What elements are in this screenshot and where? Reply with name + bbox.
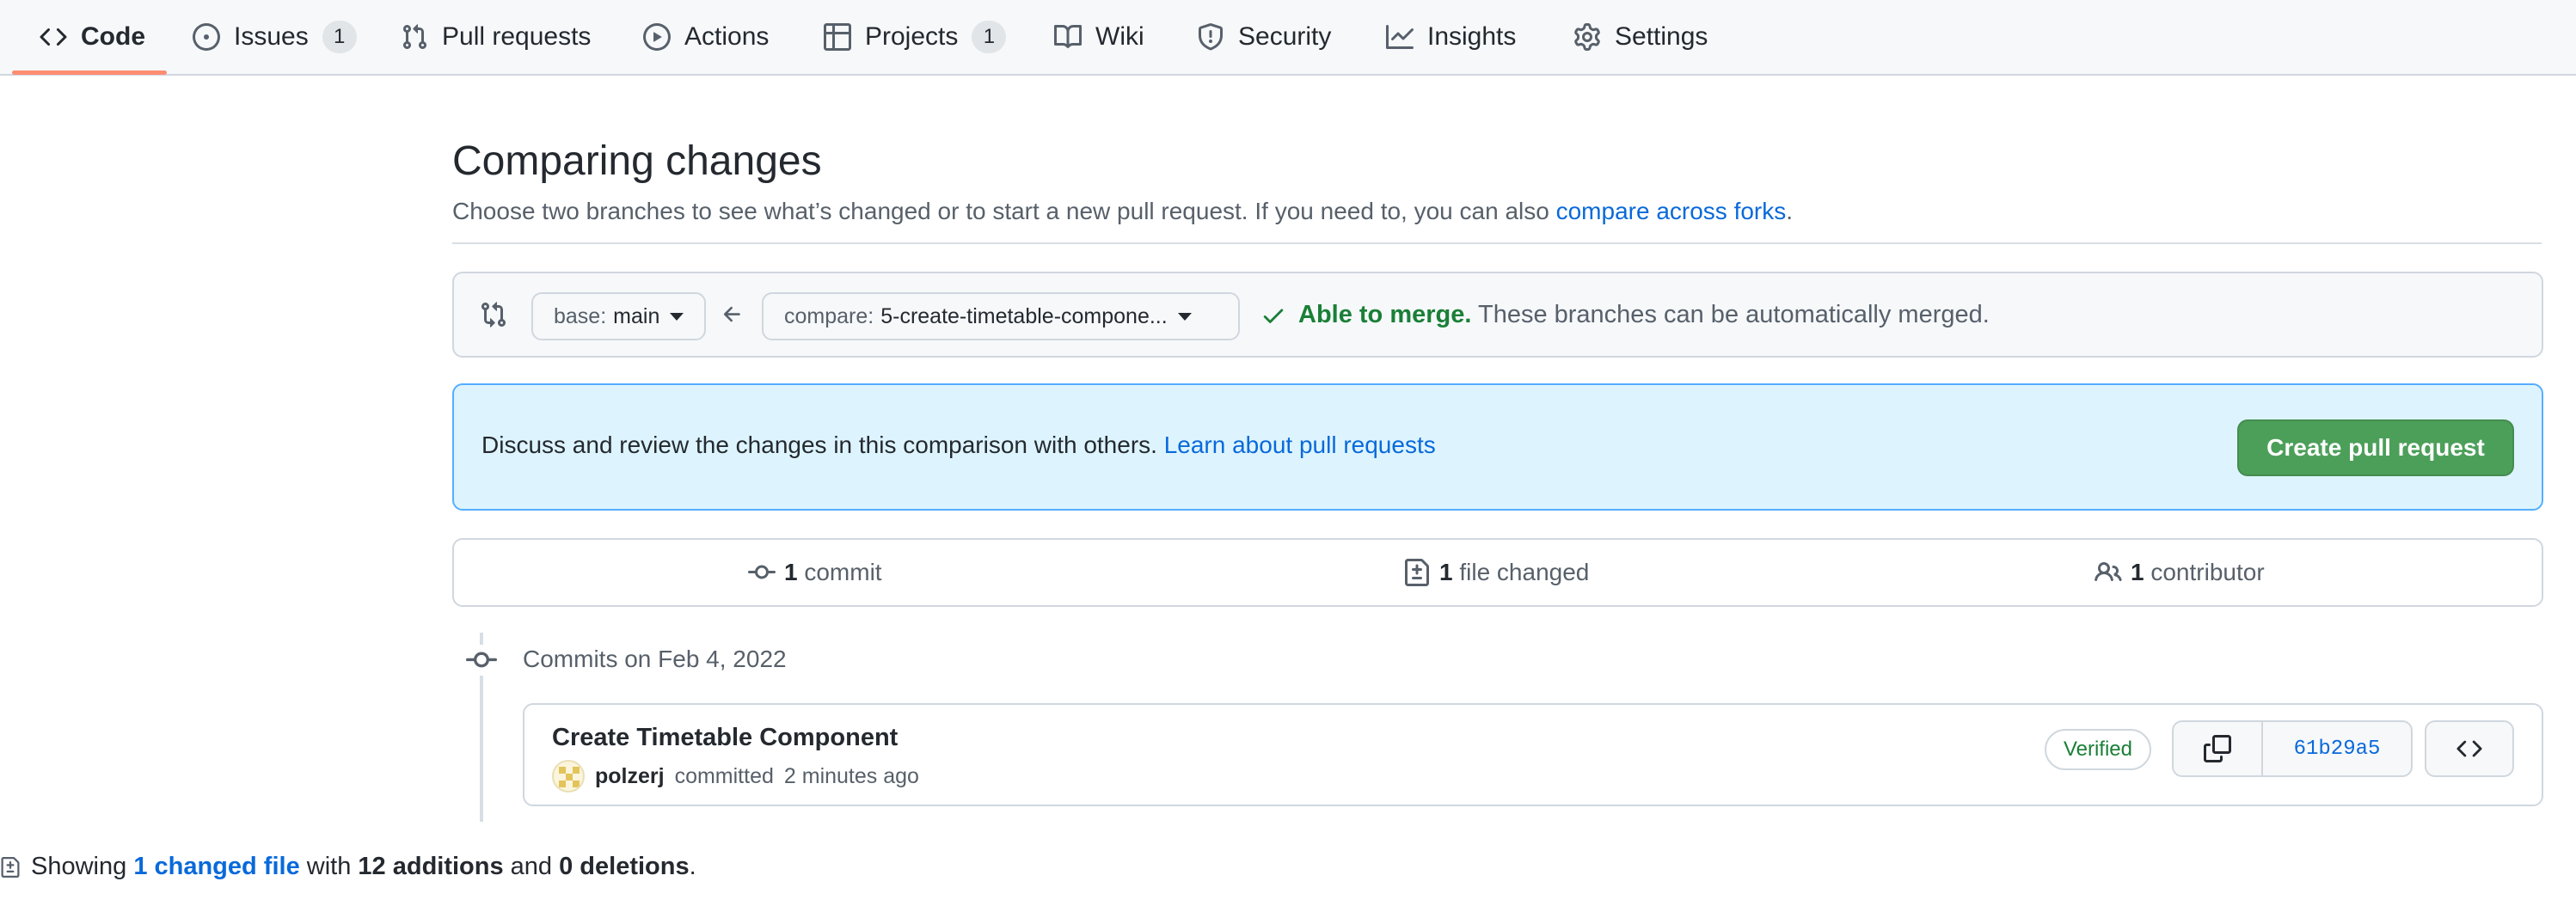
copy-sha-button[interactable] bbox=[2174, 722, 2263, 775]
tab-pull-requests[interactable]: Pull requests bbox=[401, 0, 591, 74]
git-pull-request-icon bbox=[402, 24, 427, 50]
git-commit-icon bbox=[748, 565, 776, 579]
commit-sha-link[interactable]: 61b29a5 bbox=[2263, 722, 2411, 775]
tab-actions-label: Actions bbox=[684, 22, 770, 51]
compare-prefix: compare: bbox=[784, 303, 874, 328]
files-num: 1 bbox=[1439, 559, 1453, 585]
git-compare-icon bbox=[481, 302, 506, 328]
tab-settings[interactable]: Settings bbox=[1573, 0, 1708, 74]
changed-files-link[interactable]: 1 changed file bbox=[133, 853, 299, 880]
file-diff-icon bbox=[1405, 559, 1429, 586]
file-diff-icon bbox=[1, 856, 20, 878]
base-branch-name: main bbox=[613, 303, 660, 328]
subtitle-end: . bbox=[1786, 198, 1794, 224]
toc-and: and bbox=[510, 853, 553, 880]
compare-branch-name: 5-create-timetable-compone... bbox=[880, 303, 1168, 328]
base-prefix: base: bbox=[554, 303, 607, 328]
header-divider bbox=[452, 242, 2542, 244]
play-icon bbox=[643, 23, 671, 51]
copy-icon bbox=[2204, 735, 2231, 762]
tab-code-label: Code bbox=[81, 22, 145, 51]
merge-status: Able to merge. These branches can be aut… bbox=[1260, 301, 1990, 329]
commit-title-link[interactable]: Create Timetable Component bbox=[552, 724, 898, 752]
toc-with: with bbox=[306, 853, 352, 880]
tab-code[interactable]: Code bbox=[40, 0, 145, 74]
additions-count: 12 additions bbox=[358, 853, 504, 880]
subtitle-text: Choose two branches to see what’s change… bbox=[452, 198, 1549, 224]
verified-badge[interactable]: Verified bbox=[2044, 729, 2151, 770]
shield-icon bbox=[1199, 23, 1223, 51]
tab-projects-label: Projects bbox=[865, 22, 959, 51]
people-icon bbox=[2095, 561, 2122, 582]
learn-about-pull-requests-link[interactable]: Learn about pull requests bbox=[1164, 432, 1436, 458]
range-editor: base: main compare: 5-create-timetable-c… bbox=[452, 272, 2543, 358]
diff-summary: Showing 1 changed file with 12 additions… bbox=[0, 853, 696, 881]
gear-icon bbox=[1574, 23, 1600, 51]
merge-status-detail: These branches can be automatically merg… bbox=[1477, 301, 1990, 328]
issues-counter: 1 bbox=[322, 21, 357, 53]
tab-issues-label: Issues bbox=[234, 22, 309, 51]
graph-icon bbox=[1386, 25, 1414, 49]
page-title: Comparing changes bbox=[452, 138, 822, 184]
arrow-left-icon bbox=[723, 306, 740, 322]
commit-action: committed bbox=[674, 763, 774, 788]
commits-label: commit bbox=[804, 559, 882, 585]
browse-repo-at-commit-button[interactable] bbox=[2425, 720, 2514, 777]
files-changed-count[interactable]: 1 file changed bbox=[1403, 540, 1589, 605]
compare-blankslate: Discuss and review the changes in this c… bbox=[452, 383, 2543, 511]
tab-pull-requests-label: Pull requests bbox=[442, 22, 592, 51]
files-label: file changed bbox=[1459, 559, 1590, 585]
code-icon bbox=[40, 28, 67, 46]
chevron-down-icon bbox=[670, 312, 684, 321]
selected-tab-underline bbox=[12, 70, 167, 75]
blankslate-message: Discuss and review the changes in this c… bbox=[481, 432, 1157, 458]
create-pull-request-button[interactable]: Create pull request bbox=[2237, 419, 2514, 476]
issue-opened-icon bbox=[193, 23, 220, 51]
check-icon bbox=[1263, 309, 1284, 323]
tab-security[interactable]: Security bbox=[1197, 0, 1331, 74]
commit-time: 2 minutes ago bbox=[783, 763, 919, 788]
contributors-label: contributor bbox=[2150, 559, 2265, 585]
avatar[interactable] bbox=[552, 760, 585, 793]
base-branch-select[interactable]: base: main bbox=[531, 292, 707, 340]
tab-projects[interactable]: Projects 1 bbox=[824, 0, 1007, 74]
compare-across-forks-link[interactable]: compare across forks bbox=[1556, 198, 1787, 224]
git-commit-icon bbox=[466, 645, 497, 676]
contributors-num: 1 bbox=[2131, 559, 2144, 585]
blankslate-text: Discuss and review the changes in this c… bbox=[481, 432, 1436, 459]
commit-sha-group: 61b29a5 bbox=[2172, 720, 2413, 777]
commits-count[interactable]: 1 commit bbox=[748, 540, 882, 605]
tab-insights[interactable]: Insights bbox=[1386, 0, 1516, 74]
commits-date-heading: Commits on Feb 4, 2022 bbox=[523, 646, 787, 672]
merge-status-title: Able to merge. bbox=[1298, 301, 1472, 328]
deletions-count: 0 deletions bbox=[559, 853, 690, 880]
page-subtitle: Choose two branches to see what’s change… bbox=[452, 198, 1793, 225]
chevron-down-icon bbox=[1177, 312, 1192, 321]
table-icon bbox=[824, 23, 851, 51]
tab-insights-label: Insights bbox=[1427, 22, 1517, 51]
contributors-count[interactable]: 1 contributor bbox=[2095, 540, 2265, 605]
tab-security-label: Security bbox=[1238, 22, 1332, 51]
commit-list-item: Create Timetable Component polzerj commi… bbox=[523, 703, 2543, 806]
toc-end: . bbox=[689, 853, 696, 880]
tab-actions[interactable]: Actions bbox=[643, 0, 769, 74]
projects-counter: 1 bbox=[972, 21, 1007, 53]
compare-branch-select[interactable]: compare: 5-create-timetable-compone... bbox=[762, 292, 1240, 340]
code-icon bbox=[2456, 740, 2482, 757]
toc-prefix: Showing bbox=[31, 853, 127, 880]
tab-settings-label: Settings bbox=[1615, 22, 1708, 51]
tab-wiki[interactable]: Wiki bbox=[1054, 0, 1144, 74]
repo-nav: Code Issues 1 Pull requests Actions Proj… bbox=[0, 0, 2576, 76]
numbers-summary: 1 commit 1 file changed 1 contributor bbox=[452, 538, 2543, 607]
commit-meta: polzerj committed 2 minutes ago bbox=[552, 760, 919, 793]
tab-wiki-label: Wiki bbox=[1095, 22, 1144, 51]
commits-num: 1 bbox=[784, 559, 798, 585]
book-icon bbox=[1054, 24, 1082, 48]
tab-issues[interactable]: Issues 1 bbox=[193, 0, 357, 74]
commit-author-link[interactable]: polzerj bbox=[595, 764, 665, 789]
